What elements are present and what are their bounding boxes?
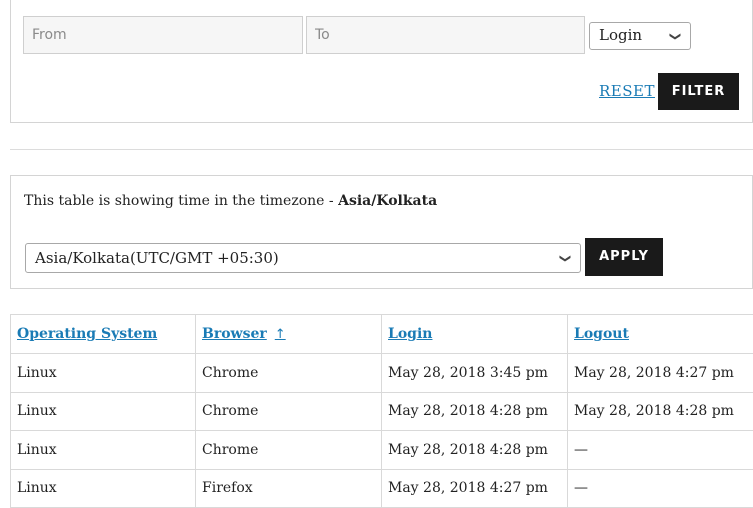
cell-logout: May 28, 2018 4:28 pm — [568, 392, 753, 431]
reset-link[interactable]: RESET — [599, 82, 655, 100]
cell-os: Linux — [11, 431, 196, 470]
chevron-down-icon: ❯ — [669, 32, 682, 41]
filter-button[interactable]: FILTER — [658, 73, 739, 110]
table-header-row: Operating System Browser ↑ Login Logout — [11, 315, 753, 354]
cell-logout: — — [568, 431, 753, 470]
sort-link-browser[interactable]: Browser — [202, 326, 267, 342]
current-timezone: Asia/Kolkata — [338, 193, 437, 209]
cell-os: Linux — [11, 469, 196, 508]
sort-link-operating-system[interactable]: Operating System — [17, 326, 157, 342]
cell-browser: Chrome — [196, 354, 382, 393]
event-type-select[interactable]: Login ❯ — [589, 22, 691, 50]
cell-login: May 28, 2018 4:28 pm — [382, 392, 568, 431]
cell-browser: Chrome — [196, 431, 382, 470]
from-date-input[interactable] — [23, 16, 303, 54]
arrow-up-icon: ↑ — [275, 327, 286, 342]
cell-login: May 28, 2018 3:45 pm — [382, 354, 568, 393]
cell-login: May 28, 2018 4:27 pm — [382, 469, 568, 508]
sort-link-logout[interactable]: Logout — [574, 326, 629, 342]
timezone-select-value: Asia/Kolkata(UTC/GMT +05:30) — [35, 249, 279, 267]
timezone-message-prefix: This table is showing time in the timezo… — [24, 193, 338, 209]
apply-button[interactable]: APPLY — [585, 238, 663, 276]
table-row: Linux Chrome May 28, 2018 3:45 pm May 28… — [11, 354, 753, 393]
cell-logout: — — [568, 469, 753, 508]
table-row: Linux Chrome May 28, 2018 4:28 pm May 28… — [11, 392, 753, 431]
timezone-select[interactable]: Asia/Kolkata(UTC/GMT +05:30) ❯ — [25, 243, 581, 273]
column-header-logout[interactable]: Logout — [568, 315, 753, 354]
cell-logout: May 28, 2018 4:27 pm — [568, 354, 753, 393]
event-type-select-value: Login — [599, 26, 642, 44]
section-divider — [10, 149, 753, 150]
sort-link-login[interactable]: Login — [388, 326, 432, 342]
cell-login: May 28, 2018 4:28 pm — [382, 431, 568, 470]
cell-os: Linux — [11, 354, 196, 393]
to-date-input[interactable] — [306, 16, 585, 54]
timezone-panel: This table is showing time in the timezo… — [10, 175, 753, 289]
login-log-table: Operating System Browser ↑ Login Logout L… — [10, 314, 753, 508]
chevron-down-icon: ❯ — [559, 254, 572, 263]
column-header-browser[interactable]: Browser ↑ — [196, 315, 382, 354]
table-row: Linux Chrome May 28, 2018 4:28 pm — — [11, 431, 753, 470]
column-header-login[interactable]: Login — [382, 315, 568, 354]
cell-browser: Firefox — [196, 469, 382, 508]
filter-panel: Login ❯ RESET FILTER — [10, 0, 753, 123]
timezone-message: This table is showing time in the timezo… — [24, 193, 437, 209]
column-header-operating-system[interactable]: Operating System — [11, 315, 196, 354]
cell-browser: Chrome — [196, 392, 382, 431]
table-row: Linux Firefox May 28, 2018 4:27 pm — — [11, 469, 753, 508]
cell-os: Linux — [11, 392, 196, 431]
